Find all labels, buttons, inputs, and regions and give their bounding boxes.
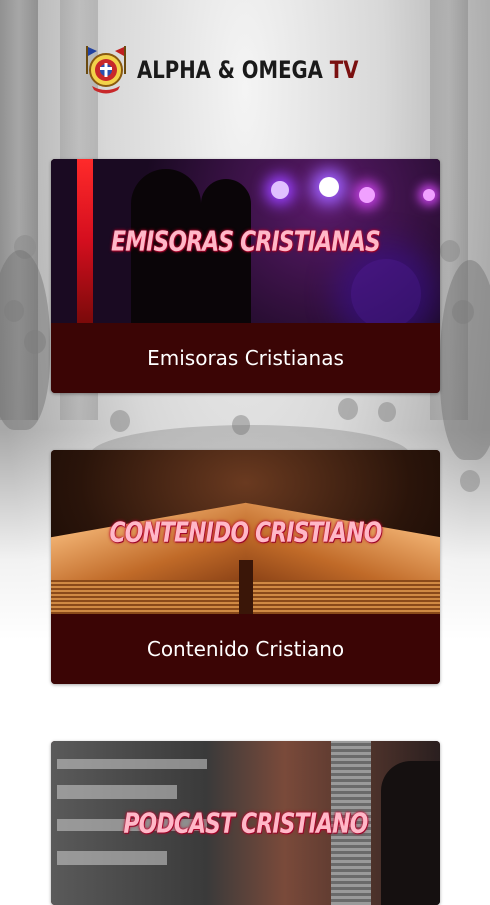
card-label: Contenido Cristiano	[51, 614, 440, 684]
card-label: Emisoras Cristianas	[51, 323, 440, 393]
card-image-podcast-studio: PODCAST CRISTIANO	[51, 741, 440, 905]
church-emblem-logo	[85, 46, 126, 94]
card-podcast-cristiano[interactable]: PODCAST CRISTIANO	[51, 741, 440, 905]
card-overlay-title: EMISORAS CRISTIANAS	[111, 224, 381, 258]
brand-main-text: ALPHA & OMEGA	[136, 56, 323, 84]
app-header: ALPHA & OMEGA TV	[0, 30, 490, 110]
card-emisoras-cristianas[interactable]: EMISORAS CRISTIANAS Emisoras Cristianas	[51, 159, 440, 393]
card-image-concert: EMISORAS CRISTIANAS	[51, 159, 440, 323]
card-overlay-title: PODCAST CRISTIANO	[123, 806, 368, 840]
card-image-bible: CONTENIDO CRISTIANO	[51, 450, 440, 614]
brand-name: ALPHA & OMEGA TV	[137, 56, 358, 84]
card-contenido-cristiano[interactable]: CONTENIDO CRISTIANO Contenido Cristiano	[51, 450, 440, 684]
card-overlay-title: CONTENIDO CRISTIANO	[109, 515, 382, 549]
brand-tv-text: TV	[329, 56, 359, 84]
